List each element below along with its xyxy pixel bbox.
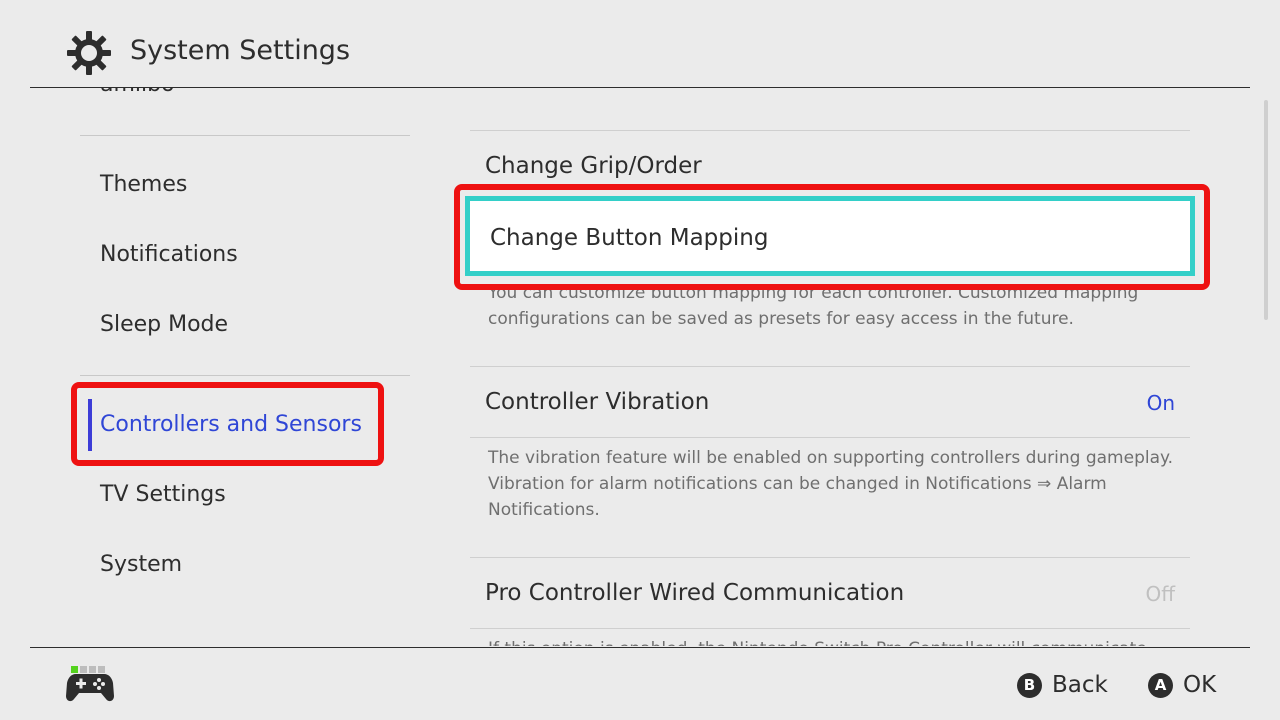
a-button-icon: A xyxy=(1148,672,1173,698)
sidebar-divider xyxy=(80,375,410,376)
sidebar-item-amiibo[interactable]: amiibo xyxy=(100,88,175,100)
controller-vibration-description: The vibration feature will be enabled on… xyxy=(488,448,1174,520)
gamepad-icon xyxy=(66,674,114,702)
gear-icon xyxy=(67,31,111,75)
pro-controller-wired-description: If this option is enabled, the Nintendo … xyxy=(488,636,1188,646)
controller-vibration-value: On xyxy=(1146,391,1175,415)
content-divider xyxy=(470,130,1190,131)
sidebar-item-system[interactable]: System xyxy=(100,550,182,580)
header-divider xyxy=(30,87,1250,88)
content-divider xyxy=(470,437,1190,438)
annotation-highlight-content xyxy=(454,184,1210,290)
sidebar-divider xyxy=(80,135,410,136)
ok-button[interactable]: A OK xyxy=(1148,669,1216,701)
content-divider xyxy=(470,366,1190,367)
pro-controller-wired-communication-item[interactable]: Pro Controller Wired Communication xyxy=(485,577,904,609)
change-grip-order-item[interactable]: Change Grip/Order xyxy=(485,150,702,182)
content-divider xyxy=(470,628,1190,629)
sidebar: amiibo Themes Notifications Sleep Mode T… xyxy=(30,88,410,646)
footer-divider xyxy=(30,647,1250,648)
page-title: System Settings xyxy=(130,35,351,66)
sidebar-item-sleep-mode[interactable]: Sleep Mode xyxy=(100,310,228,340)
ok-label: OK xyxy=(1183,672,1217,698)
annotation-highlight-sidebar xyxy=(71,382,384,466)
back-button[interactable]: B Back xyxy=(1017,669,1108,701)
b-button-icon: B xyxy=(1017,672,1042,698)
app-window: System Settings amiibo Themes Notificati… xyxy=(0,0,1280,720)
sidebar-item-themes[interactable]: Themes xyxy=(100,170,187,200)
header: System Settings xyxy=(0,0,1280,88)
pro-controller-wired-value: Off xyxy=(1145,582,1175,606)
settings-content: Change Grip/Order You can customize butt… xyxy=(410,88,1260,646)
sidebar-item-tv-settings[interactable]: TV Settings xyxy=(100,480,226,510)
controller-vibration-item[interactable]: Controller Vibration xyxy=(485,386,709,418)
scrollbar[interactable] xyxy=(1264,100,1268,320)
content-divider xyxy=(470,557,1190,558)
back-label: Back xyxy=(1052,672,1108,698)
sidebar-item-notifications[interactable]: Notifications xyxy=(100,240,238,270)
